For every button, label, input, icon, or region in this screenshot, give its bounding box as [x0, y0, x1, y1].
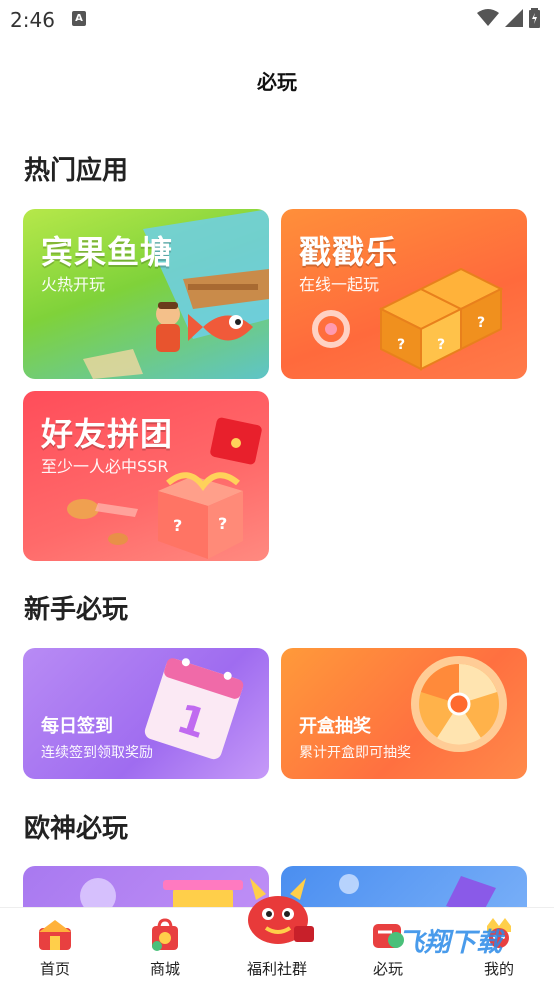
watermark-logo: 飞翔下载 — [398, 928, 503, 958]
status-icons — [477, 8, 540, 28]
battery-icon — [529, 8, 540, 28]
card-title: 每日签到 — [41, 716, 113, 737]
card-title: 宾果鱼塘 — [41, 233, 174, 271]
card-subtitle: 火热开玩 — [41, 275, 106, 294]
tab-label: 福利社群 — [246, 960, 307, 978]
status-bar: 2:46 A — [0, 0, 554, 40]
card-chuochuole[interactable]: ??? 戳戳乐 在线一起玩 — [281, 209, 527, 379]
svg-text:?: ? — [477, 315, 485, 331]
card-bingo-fishpond[interactable]: 宾果鱼塘 火热开玩 — [23, 209, 269, 379]
card-title: 开盒抽奖 — [299, 716, 371, 737]
tab-welfare[interactable]: 福利社群 — [222, 878, 332, 984]
tab-label: 我的 — [483, 960, 514, 978]
svg-text:?: ? — [437, 337, 445, 353]
status-time: 2:46 — [10, 8, 55, 32]
section-title-lucky: 欧神必玩 — [24, 814, 129, 844]
card-title: 戳戳乐 — [299, 233, 399, 271]
tab-home[interactable]: 首页 — [0, 908, 110, 984]
wifi-icon — [477, 9, 499, 26]
mascot-icon — [248, 878, 314, 944]
svg-text:?: ? — [218, 514, 227, 533]
card-subtitle: 在线一起玩 — [299, 275, 380, 294]
page-title: 必玩 — [257, 70, 297, 94]
card-group-buy[interactable]: ? ? 好友拼团 至少一人必中SSR — [23, 391, 269, 561]
card-title: 好友拼团 — [41, 415, 174, 453]
section-title-hot: 热门应用 — [24, 156, 129, 186]
notification-icon: A — [72, 11, 86, 26]
card-subtitle: 连续签到领取奖励 — [41, 745, 153, 761]
tab-label: 必玩 — [372, 960, 403, 978]
card-subtitle: 累计开盒即可抽奖 — [299, 745, 411, 761]
tab-mall[interactable]: 商城 — [110, 908, 220, 984]
card-subtitle: 至少一人必中SSR — [41, 457, 169, 476]
home-icon — [39, 920, 71, 950]
shopping-bag-icon — [152, 918, 178, 951]
tab-label: 商城 — [149, 960, 180, 978]
svg-text:?: ? — [173, 516, 182, 535]
signal-icon — [505, 9, 523, 27]
card-daily-signin[interactable]: 1 每日签到 连续签到领取奖励 — [23, 648, 269, 779]
card-box-lottery[interactable]: 开盒抽奖 累计开盒即可抽奖 — [281, 648, 527, 779]
tab-label: 首页 — [39, 960, 70, 978]
section-title-newbie: 新手必玩 — [24, 595, 129, 625]
svg-text:?: ? — [397, 337, 405, 353]
